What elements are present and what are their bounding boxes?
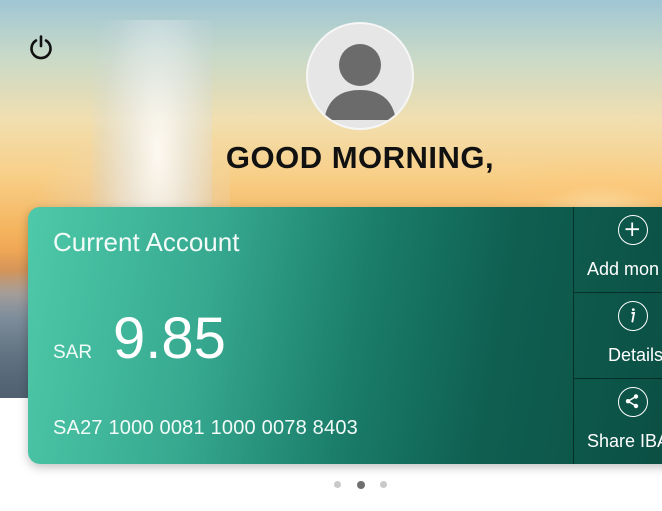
currency-label: SAR xyxy=(53,342,93,363)
account-actions: Add mon Details Share IBA xyxy=(573,207,662,464)
user-avatar-icon[interactable] xyxy=(306,22,414,130)
account-card[interactable]: Current Account SAR 9.85 SA27 1000 0081 … xyxy=(28,207,662,464)
info-circle-icon xyxy=(618,301,648,331)
plus-circle-icon xyxy=(618,215,648,245)
add-money-button[interactable]: Add mon xyxy=(574,207,662,293)
share-circle-icon xyxy=(618,387,648,417)
share-iban-button[interactable]: Share IBA xyxy=(574,379,662,464)
add-money-label: Add mon xyxy=(587,259,660,279)
greeting-text: GOOD MORNING, xyxy=(225,140,495,175)
page-indicator xyxy=(334,480,394,489)
power-icon[interactable] xyxy=(27,33,55,61)
details-label: Details xyxy=(608,345,662,365)
account-title: Current Account xyxy=(53,227,240,257)
page-dot-2[interactable] xyxy=(357,480,365,489)
page-dot-1[interactable] xyxy=(334,481,341,488)
details-button[interactable]: Details xyxy=(574,293,662,379)
share-iban-label: Share IBA xyxy=(587,431,662,451)
account-iban: SA27 1000 0081 1000 0078 8403 xyxy=(53,417,358,439)
page-dot-3[interactable] xyxy=(380,481,387,488)
account-balance: 9.85 xyxy=(113,306,226,371)
